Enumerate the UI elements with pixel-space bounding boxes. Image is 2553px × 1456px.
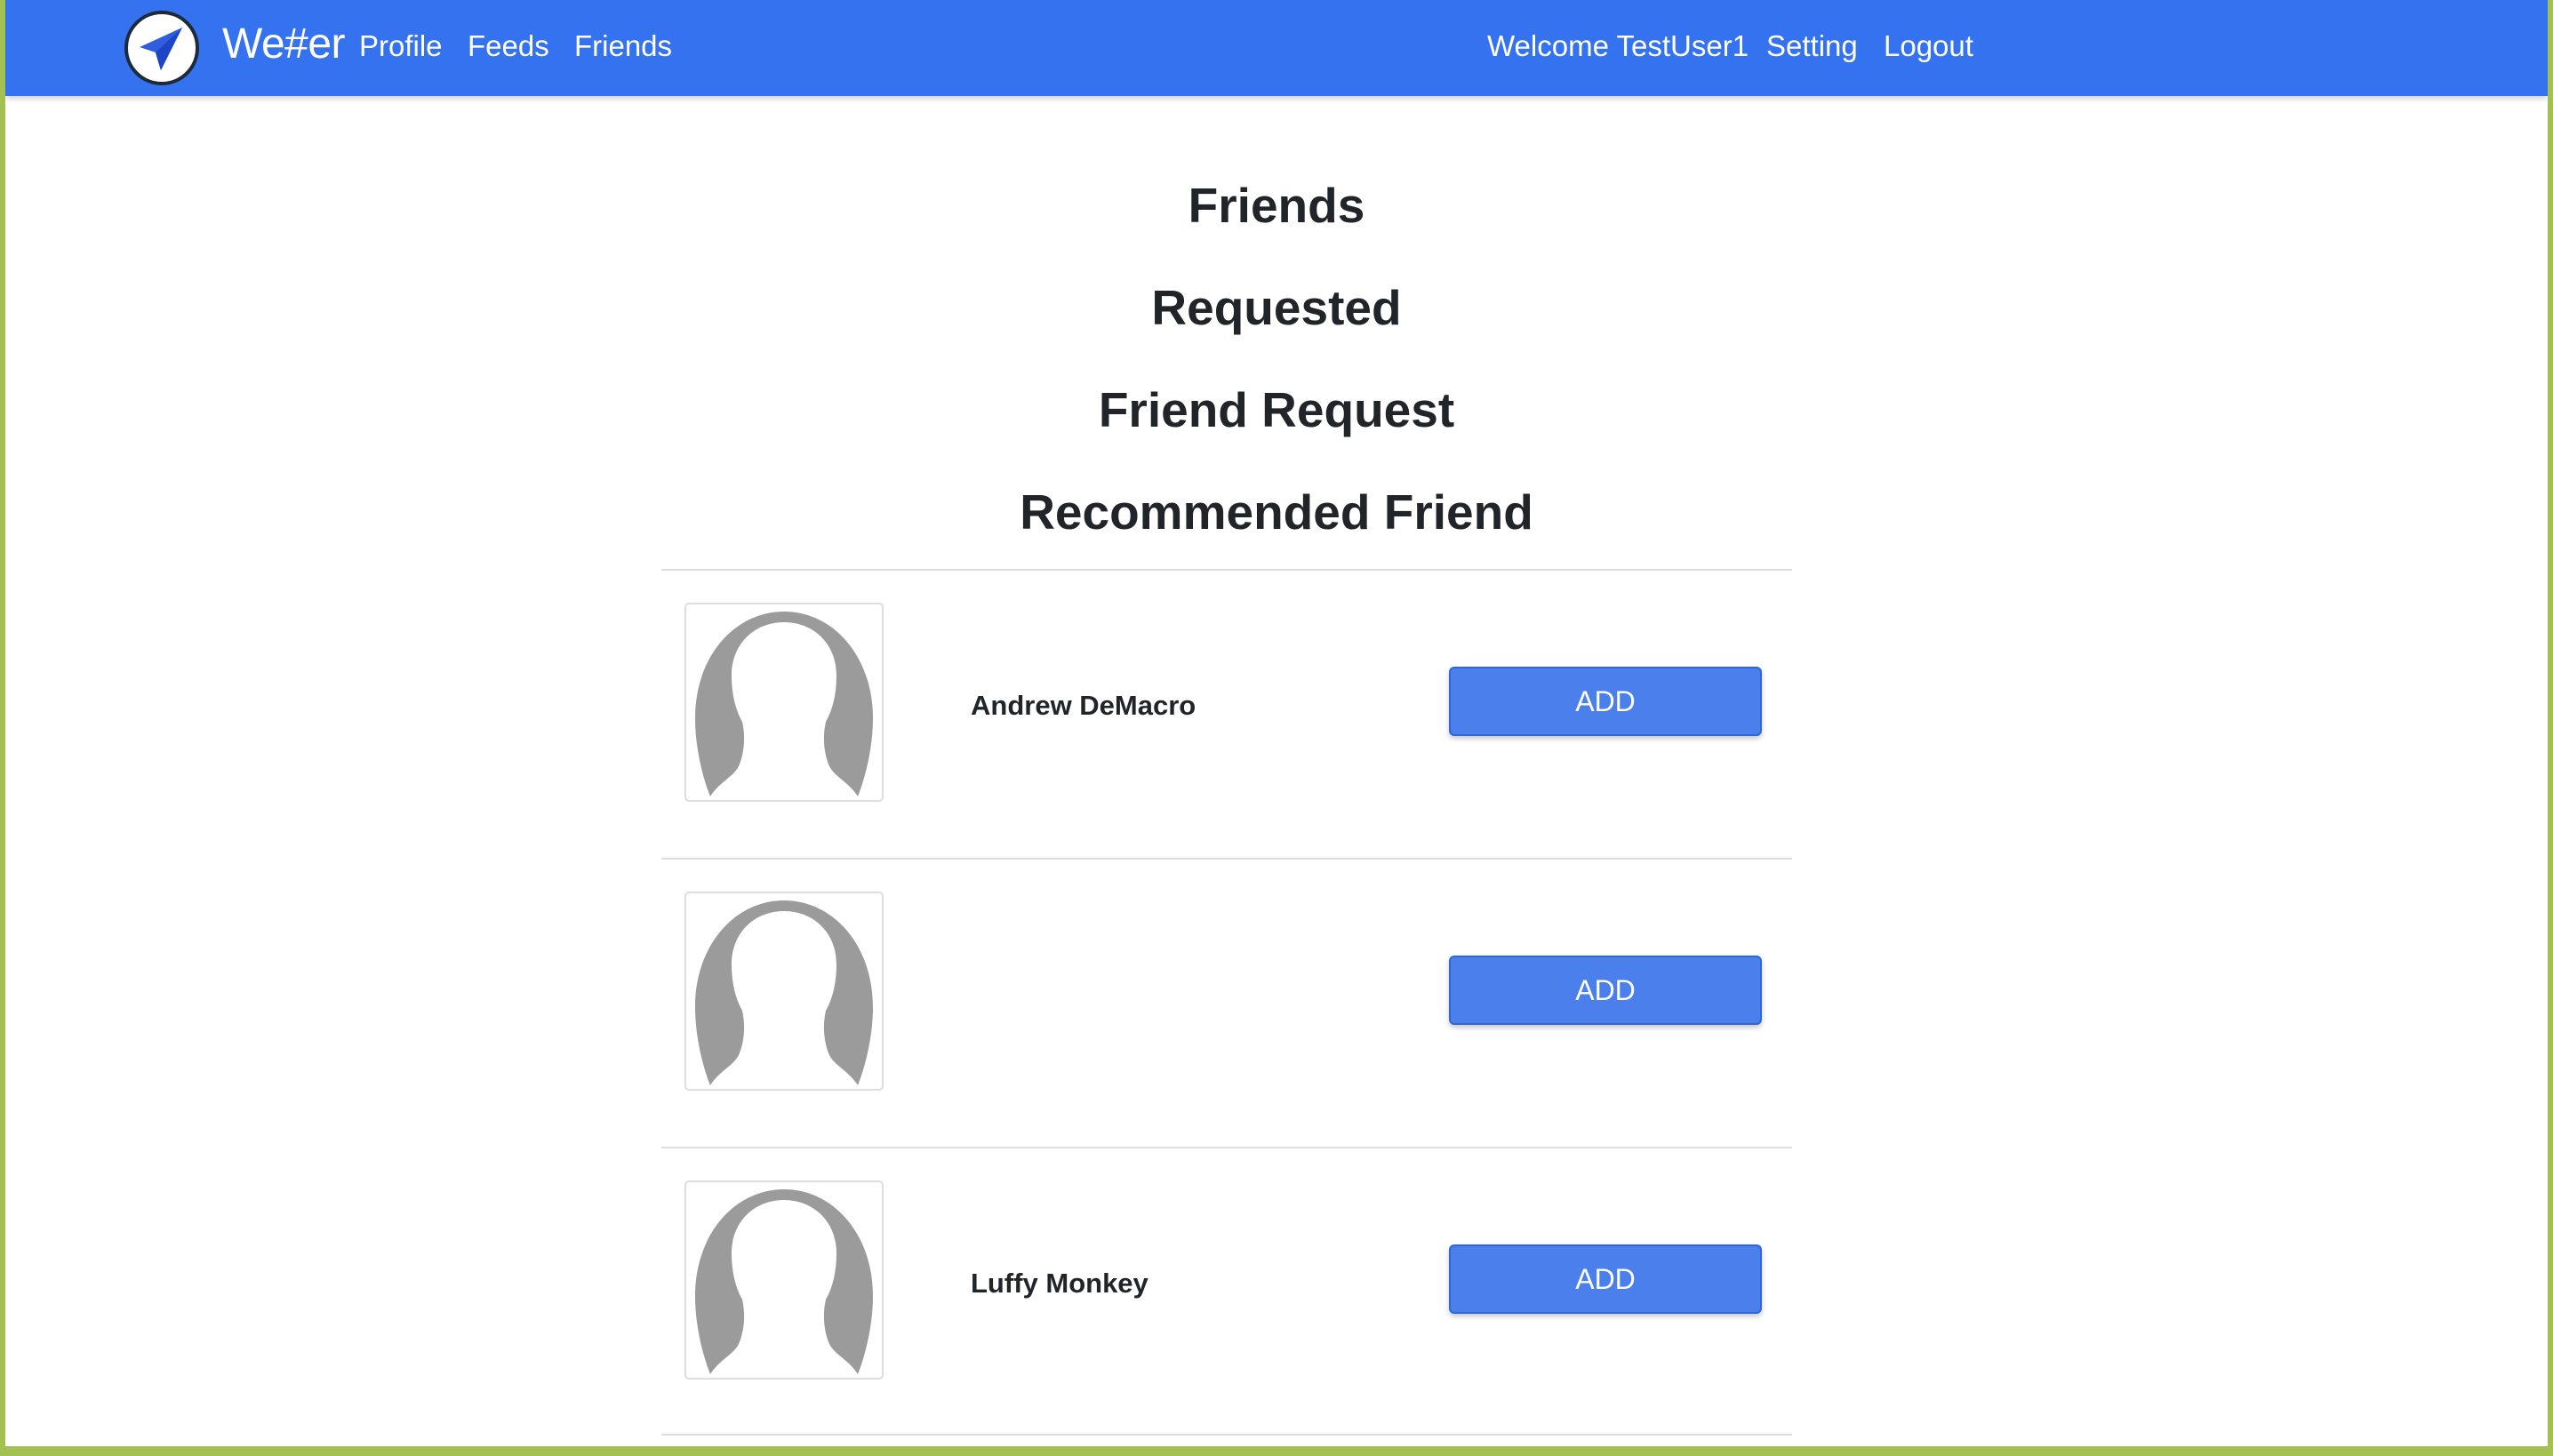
nav-logout-link[interactable]: Logout <box>1884 27 1973 66</box>
list-item: ADD <box>661 858 1792 1147</box>
brand-name[interactable]: We#er <box>222 18 346 71</box>
friends-heading: Friends <box>1188 178 1365 233</box>
nav-welcome-user[interactable]: Welcome TestUser1 <box>1487 27 1749 66</box>
paper-plane-icon-graphic <box>140 28 182 70</box>
friend-name: Andrew DeMacro <box>971 690 1196 721</box>
add-friend-button[interactable]: ADD <box>1449 956 1762 1025</box>
default-avatar-icon <box>684 603 884 802</box>
paper-plane-icon[interactable] <box>124 11 199 85</box>
page: We#er Profile Feeds Friends Welcome Test… <box>5 0 2548 1446</box>
nav-friends-link[interactable]: Friends <box>574 27 672 66</box>
friend-request-heading: Friend Request <box>1098 382 1455 437</box>
add-friend-button[interactable]: ADD <box>1449 1244 1762 1314</box>
nav-setting-link[interactable]: Setting <box>1766 27 1858 66</box>
top-navbar: We#er Profile Feeds Friends Welcome Test… <box>5 0 2548 96</box>
recommended-friend-list: Andrew DeMacro ADD ADD Luffy Monkey ADD <box>661 569 1792 1436</box>
requested-heading: Requested <box>1151 280 1402 335</box>
recommended-friend-heading: Recommended Friend <box>1020 484 1533 540</box>
list-item: Andrew DeMacro ADD <box>661 569 1792 858</box>
nav-feeds-link[interactable]: Feeds <box>468 27 549 66</box>
friend-name: Luffy Monkey <box>971 1268 1148 1299</box>
nav-profile-link[interactable]: Profile <box>359 27 443 66</box>
default-avatar-icon <box>684 1180 884 1380</box>
default-avatar-icon <box>684 892 884 1091</box>
add-friend-button[interactable]: ADD <box>1449 667 1762 736</box>
list-item: Luffy Monkey ADD <box>661 1147 1792 1436</box>
